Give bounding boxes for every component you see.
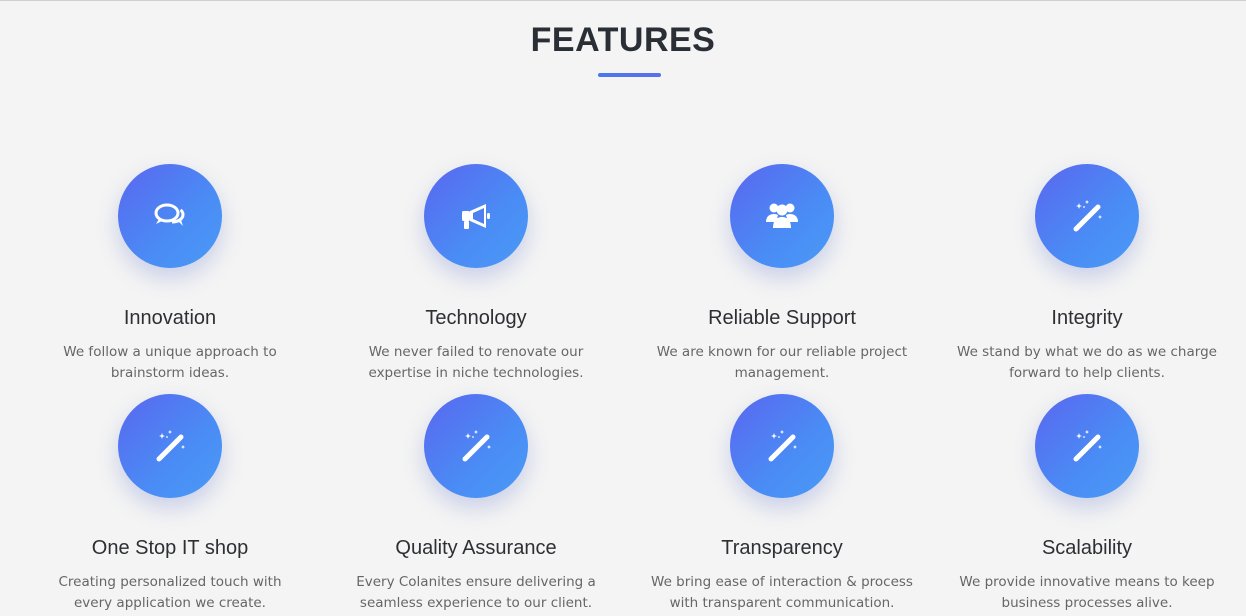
feature-description-line: every application we create. (74, 595, 266, 611)
feature-title: Integrity (1051, 307, 1123, 329)
feature-icon-circle (118, 394, 222, 498)
feature-description-line: We provide innovative means to keep (959, 574, 1215, 590)
feature-icon-circle (730, 164, 834, 268)
magic-wand-icon (1073, 200, 1102, 232)
magic-wand-icon (768, 430, 797, 462)
feature-icon-circle (730, 394, 834, 498)
feature-description: We never failed to renovate our expertis… (331, 342, 621, 384)
feature-description: Creating personalized touch with every a… (25, 572, 315, 614)
feature-title: Quality Assurance (395, 537, 557, 559)
feature-description: Every Colanites ensure delivering a seam… (331, 572, 621, 614)
feature-description-line: We follow a unique approach to (63, 344, 277, 360)
feature-description-line: Creating personalized touch with (58, 574, 282, 590)
feature-title: Transparency (721, 537, 843, 559)
chat-bubbles-icon (154, 203, 185, 226)
feature-description-line: seamless experience to our client. (359, 595, 593, 611)
feature-description: We follow a unique approach to brainstor… (25, 342, 315, 384)
feature-description-line: management. (734, 365, 830, 381)
feature-description: We provide innovative means to keep busi… (942, 572, 1232, 614)
feature-title: Scalability (1041, 537, 1133, 559)
feature-description-line: We never failed to renovate our (368, 344, 584, 360)
feature-description: We are known for our reliable project ma… (637, 342, 927, 384)
feature-description-line: brainstorm ideas. (110, 365, 230, 381)
feature-title: Innovation (123, 307, 217, 329)
feature-icon-circle (1035, 164, 1139, 268)
magic-wand-icon (462, 430, 491, 462)
features-grid: Innovation We follow a unique approach t… (0, 1, 1246, 616)
feature-description: We bring ease of interaction & process w… (637, 572, 927, 614)
feature-description-line: Every Colanites ensure delivering a (356, 574, 596, 590)
magic-wand-icon (1073, 430, 1102, 462)
feature-icon-circle (424, 164, 528, 268)
megaphone-icon (462, 204, 490, 229)
feature-icon-circle (118, 164, 222, 268)
feature-description-line: forward to help clients. (1009, 365, 1165, 381)
feature-icon-circle (1035, 394, 1139, 498)
feature-title: One Stop IT shop (91, 537, 249, 559)
feature-description-line: with transparent communication. (669, 595, 895, 611)
magic-wand-icon (156, 430, 185, 462)
feature-description-line: We are known for our reliable project (656, 344, 908, 360)
feature-title: Reliable Support (708, 307, 856, 329)
users-icon (766, 203, 798, 228)
feature-description-line: expertise in niche technologies. (368, 365, 584, 381)
feature-icon-circle (424, 394, 528, 498)
feature-description-line: We bring ease of interaction & process (651, 574, 913, 590)
feature-description-line: We stand by what we do as we charge (957, 344, 1217, 360)
feature-description-line: business processes alive. (1001, 595, 1173, 611)
feature-description: We stand by what we do as we charge forw… (942, 342, 1232, 384)
feature-title: Technology (425, 307, 527, 329)
